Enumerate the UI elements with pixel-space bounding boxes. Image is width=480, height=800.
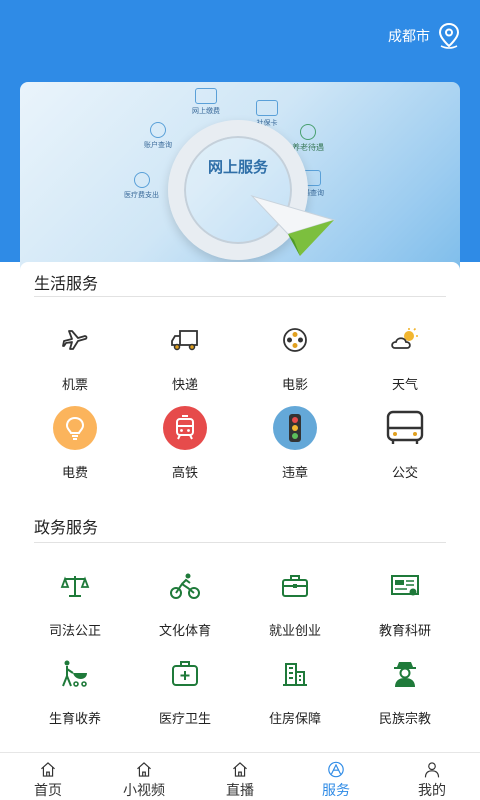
user-icon <box>424 762 440 778</box>
train-icon <box>163 406 207 450</box>
home-icon <box>137 762 151 777</box>
light-bulb-icon <box>53 406 97 450</box>
home-icon <box>41 762 55 777</box>
service-housing[interactable]: 住房保障 <box>240 648 350 736</box>
tab-service[interactable]: 服务 <box>288 753 384 800</box>
briefcase-icon <box>273 564 317 608</box>
banner-item: 网上缴费 <box>192 88 220 116</box>
service-movie[interactable]: 电影 <box>240 314 350 402</box>
tab-mine[interactable]: 我的 <box>384 753 480 800</box>
service-judicial[interactable]: 司法公正 <box>20 560 130 648</box>
search-icon <box>150 122 166 138</box>
bus-icon <box>383 406 427 450</box>
service-employment[interactable]: 就业创业 <box>240 560 350 648</box>
certificate-icon <box>383 564 427 608</box>
divider <box>34 542 446 543</box>
tab-live[interactable]: 直播 <box>192 753 288 800</box>
service-airplane[interactable]: 机票 <box>20 314 130 402</box>
service-weather[interactable]: 天气 <box>350 314 460 402</box>
airplane-icon <box>53 318 97 362</box>
paper-plane-icon <box>250 195 336 256</box>
building-icon <box>273 652 317 696</box>
bottom-tab-bar: 首页 小视频 直播 服务 我的 <box>0 752 480 800</box>
life-services-title: 生活服务 <box>34 274 99 293</box>
person-hat-icon <box>383 652 427 696</box>
weather-icon <box>383 318 427 362</box>
service-culture-sports[interactable]: 文化体育 <box>130 560 240 648</box>
service-medical[interactable]: 医疗卫生 <box>130 648 240 736</box>
service-icon <box>328 761 344 778</box>
service-birth-adoption[interactable]: 生育收养 <box>20 648 130 736</box>
heart-icon <box>300 124 316 140</box>
city-selector[interactable]: 成都市 <box>388 22 462 50</box>
service-ethnic-religion[interactable]: 民族宗教 <box>350 648 460 736</box>
location-pin-icon <box>438 22 460 49</box>
service-education[interactable]: 教育科研 <box>350 560 460 648</box>
tab-short-video[interactable]: 小视频 <box>96 753 192 800</box>
life-services-grid: 机票 快递 电影 天气 电费 高铁 违章 公交 <box>20 314 460 490</box>
piggy-bank-icon <box>133 172 150 188</box>
film-reel-icon <box>273 318 317 362</box>
cash-icon <box>195 88 217 104</box>
banner-item: 账户查询 <box>144 122 172 150</box>
service-train[interactable]: 高铁 <box>130 402 240 490</box>
service-express[interactable]: 快递 <box>130 314 240 402</box>
medical-kit-icon <box>163 652 207 696</box>
gov-services-grid: 司法公正 文化体育 就业创业 教育科研 生育收养 医疗卫生 住房保障 民族宗教 <box>20 560 460 736</box>
traffic-light-icon <box>273 406 317 450</box>
service-violation[interactable]: 违章 <box>240 402 350 490</box>
banner-item: 养老待遇 <box>292 124 324 153</box>
banner-item: 医疗费支出 <box>124 172 159 200</box>
service-electricity[interactable]: 电费 <box>20 402 130 490</box>
city-name: 成都市 <box>388 29 430 45</box>
delivery-truck-icon <box>163 318 207 362</box>
gov-services-title: 政务服务 <box>34 518 99 537</box>
cyclist-icon <box>163 564 207 608</box>
scales-icon <box>53 564 97 608</box>
stroller-icon <box>53 652 97 696</box>
home-icon <box>233 762 247 777</box>
service-bus[interactable]: 公交 <box>350 402 460 490</box>
divider <box>34 296 446 297</box>
banner-online-services[interactable]: 网上缴费 社保卡 养老待遇 医疗费支出 账户查询 待遇查询 网上服务 <box>20 82 460 282</box>
banner-title: 网上服务 <box>207 158 268 176</box>
card-icon <box>256 100 278 116</box>
tab-home[interactable]: 首页 <box>0 753 96 800</box>
services-card: 生活服务 机票 快递 电影 天气 电费 高铁 违章 公交 政务服务 司法公正 文… <box>20 262 460 752</box>
